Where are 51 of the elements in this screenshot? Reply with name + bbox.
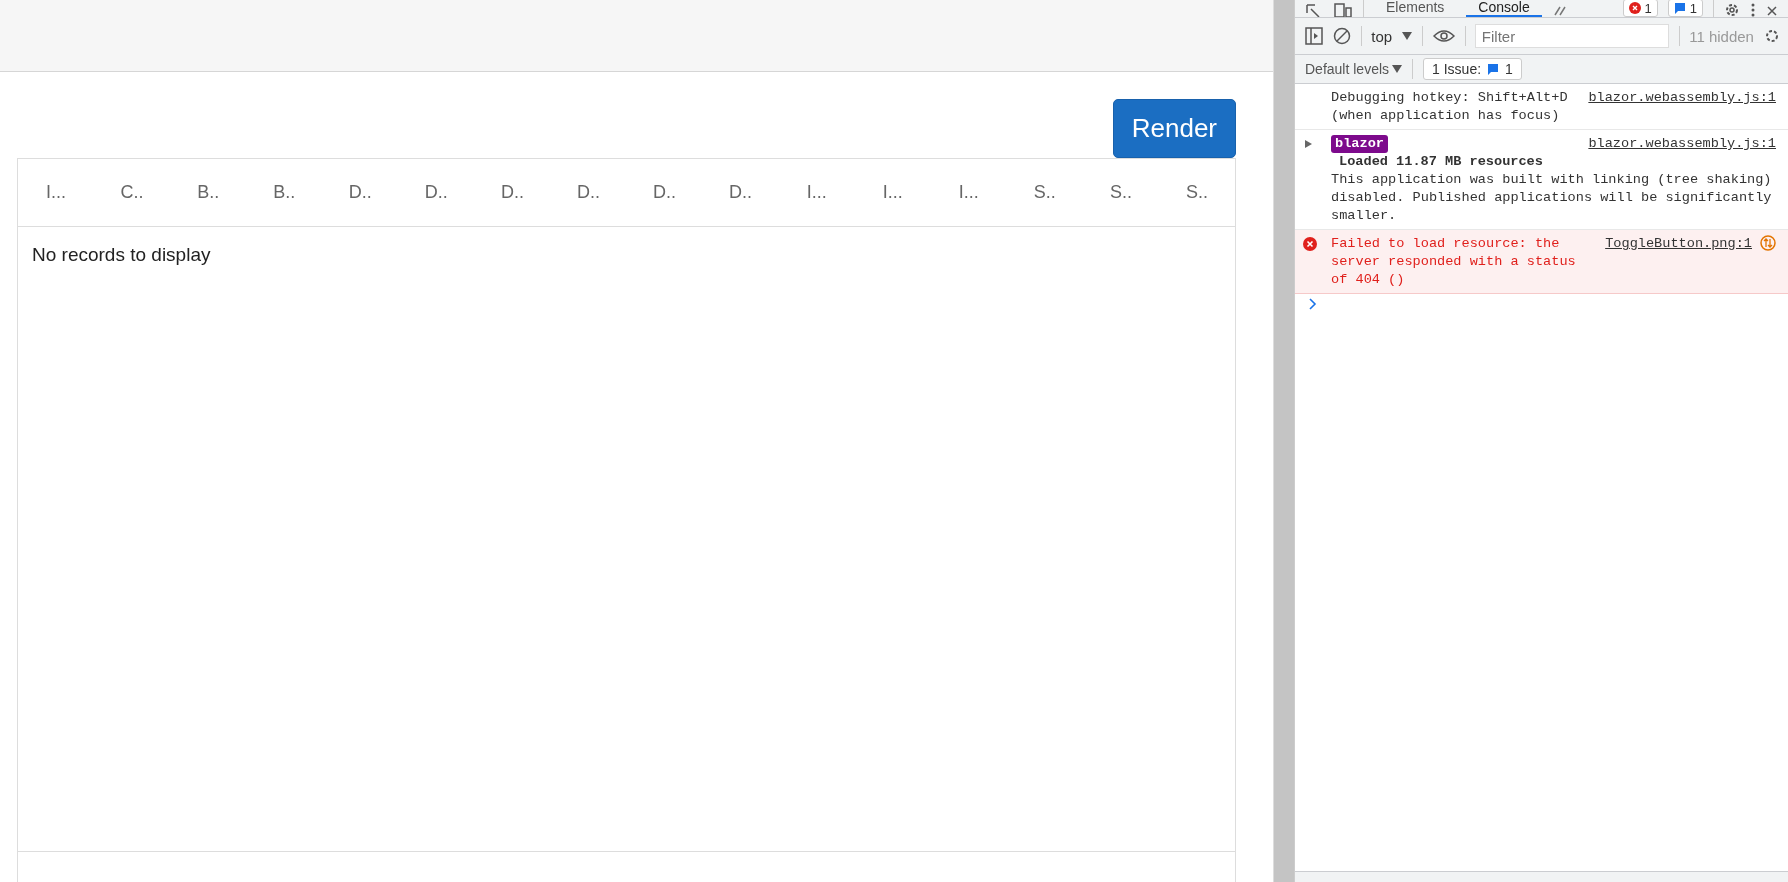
filter-field[interactable]: Filter — [1474, 24, 1669, 48]
issues-button[interactable]: 1 Issue: 1 — [1423, 58, 1522, 80]
log-message: This application was built with linking (tree shaking) disabled. Published applications will be significantly smaller. — [1331, 171, 1773, 225]
log-title: Loaded 11.87 MB resources — [1338, 153, 1544, 171]
log-message: Debugging hotkey: Shift+Alt+D (when application has focus) — [1331, 89, 1569, 125]
column-header[interactable]: S.. — [1033, 182, 1056, 203]
message-icon — [1673, 2, 1686, 14]
column-header[interactable]: S.. — [1109, 182, 1132, 203]
column-header[interactable]: I... — [882, 182, 903, 203]
column-header[interactable]: D.. — [424, 182, 448, 203]
eye-icon[interactable] — [1432, 29, 1455, 43]
clear-icon[interactable] — [1333, 27, 1351, 45]
hidden-count: 11 hidden — [1689, 27, 1754, 45]
log-badge: blazor — [1331, 135, 1388, 153]
column-header[interactable]: S.. — [1185, 182, 1208, 203]
render-button[interactable]: Render — [1112, 99, 1236, 158]
column-header[interactable]: I... — [806, 182, 827, 203]
source-link[interactable]: blazor.webassembly.js:1 — [1588, 89, 1776, 125]
error-icon — [1628, 2, 1641, 14]
error-message: Failed to load resource: the server responded with a status of 404 () — [1331, 235, 1577, 289]
network-icon[interactable] — [1760, 235, 1776, 251]
devtools-tab[interactable]: Elements — [1374, 0, 1457, 17]
column-header[interactable]: I... — [46, 182, 67, 203]
column-header[interactable]: D.. — [348, 182, 372, 203]
error-count-badge[interactable]: 1 — [1622, 0, 1658, 17]
dropdown-caret-icon — [1392, 65, 1403, 73]
message-icon — [1487, 63, 1500, 75]
column-header[interactable]: D.. — [653, 182, 677, 203]
sidebar-icon[interactable] — [1305, 27, 1323, 45]
error-icon — [1303, 237, 1317, 251]
column-header[interactable]: B.. — [197, 182, 220, 203]
column-header[interactable]: C.. — [120, 182, 144, 203]
log-levels-dropdown[interactable]: Default levels — [1305, 61, 1403, 77]
empty-message: No records to display — [31, 243, 212, 267]
more-options-icon[interactable] — [1750, 3, 1756, 17]
column-header[interactable]: D.. — [729, 182, 753, 203]
scrollbar[interactable] — [1274, 0, 1294, 882]
close-icon[interactable] — [1766, 5, 1778, 17]
dropdown-caret-icon — [1402, 32, 1413, 40]
column-header[interactable]: B.. — [273, 182, 296, 203]
source-link[interactable]: blazor.webassembly.js:1 — [1588, 135, 1776, 153]
context-dropdown[interactable]: top — [1371, 27, 1413, 45]
device-icon[interactable] — [1333, 3, 1353, 17]
more-tabs-icon[interactable] — [1551, 5, 1568, 17]
source-link[interactable]: ToggleButton.png:1 — [1605, 235, 1752, 253]
column-header[interactable]: D.. — [500, 182, 524, 203]
message-count-badge[interactable]: 1 — [1667, 0, 1703, 17]
column-header[interactable]: I... — [958, 182, 979, 203]
expand-arrow-icon[interactable] — [1303, 139, 1313, 149]
prompt-chevron-icon[interactable] — [1309, 298, 1317, 310]
column-header[interactable]: D.. — [576, 182, 600, 203]
